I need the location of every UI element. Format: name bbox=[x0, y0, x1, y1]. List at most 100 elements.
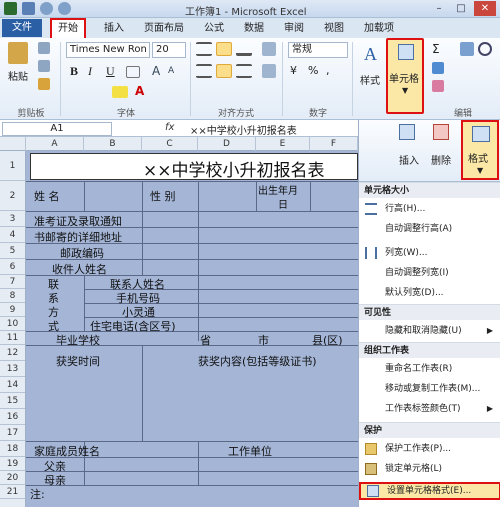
column-header[interactable]: A bbox=[26, 137, 84, 151]
row-header[interactable]: 18 bbox=[0, 441, 25, 457]
formula-input[interactable]: ××中学校小升初报名表 bbox=[190, 122, 297, 137]
row-header[interactable]: 1 bbox=[0, 151, 25, 181]
tab-home[interactable]: 开始 bbox=[50, 18, 86, 38]
column-header[interactable]: D bbox=[198, 137, 256, 151]
underline-button[interactable]: U bbox=[106, 64, 115, 79]
tab-insert[interactable]: 插入 bbox=[96, 20, 132, 37]
row-header[interactable]: 15 bbox=[0, 393, 25, 409]
row-header[interactable]: 3 bbox=[0, 211, 25, 227]
cells-button[interactable]: 单元格 ▼ bbox=[386, 38, 424, 114]
column-header[interactable]: B bbox=[84, 137, 142, 151]
row-header[interactable]: 12 bbox=[0, 345, 25, 361]
align-top-icon[interactable] bbox=[196, 42, 212, 56]
column-header[interactable]: E bbox=[256, 137, 310, 151]
tab-page-layout[interactable]: 页面布局 bbox=[136, 20, 192, 37]
copy-icon[interactable] bbox=[38, 60, 50, 72]
menu-item-format-cells[interactable]: 设置单元格格式(E)... bbox=[359, 482, 500, 500]
menu-item-autofit-row[interactable]: 自动调整行高(A) bbox=[359, 220, 500, 238]
border-icon[interactable] bbox=[126, 66, 140, 78]
row-header[interactable]: 7 bbox=[0, 275, 25, 289]
fx-icon[interactable]: fx bbox=[165, 122, 174, 133]
row-header[interactable]: 19 bbox=[0, 457, 25, 471]
align-bottom-icon[interactable] bbox=[236, 42, 252, 56]
italic-button[interactable]: I bbox=[88, 64, 92, 79]
insert-cells-icon[interactable] bbox=[399, 124, 415, 140]
align-left-icon[interactable] bbox=[196, 64, 212, 78]
grow-font-button[interactable]: A bbox=[152, 64, 160, 78]
sheet-title-cell[interactable]: ××中学校小升初报名表 bbox=[30, 153, 358, 181]
worksheet[interactable]: ××中学校小升初报名表 姓 名 性 别 出生年月 日 准考证及录取通知 书邮寄的… bbox=[26, 151, 358, 507]
tab-review[interactable]: 审阅 bbox=[276, 20, 312, 37]
name-box[interactable]: A1 bbox=[2, 122, 112, 136]
autosum-button[interactable]: Σ bbox=[432, 42, 440, 56]
row-header[interactable]: 10 bbox=[0, 317, 25, 331]
row-header[interactable]: 6 bbox=[0, 259, 25, 275]
row-header[interactable]: 2 bbox=[0, 181, 25, 211]
tab-data[interactable]: 数据 bbox=[236, 20, 272, 37]
tab-addins[interactable]: 加载项 bbox=[356, 20, 402, 37]
bold-button[interactable]: B bbox=[70, 64, 78, 79]
menu-item-default-width[interactable]: 默认列宽(D)... bbox=[359, 284, 500, 302]
delete-cells-icon[interactable] bbox=[433, 124, 449, 140]
row-header[interactable]: 13 bbox=[0, 361, 25, 377]
select-all-corner[interactable] bbox=[0, 137, 26, 151]
styles-icon[interactable]: A bbox=[364, 44, 377, 65]
number-format-select[interactable]: 常规 bbox=[288, 42, 348, 58]
align-right-icon[interactable] bbox=[236, 64, 252, 78]
tab-formulas[interactable]: 公式 bbox=[196, 20, 232, 37]
font-name-select[interactable]: Times New Ron bbox=[66, 42, 150, 58]
column-header[interactable]: F bbox=[310, 137, 358, 151]
redo-icon[interactable] bbox=[58, 2, 71, 15]
tab-file[interactable]: 文件 bbox=[2, 19, 42, 37]
cut-icon[interactable] bbox=[38, 42, 50, 54]
paste-icon[interactable] bbox=[8, 42, 28, 64]
row-header[interactable]: 4 bbox=[0, 227, 25, 243]
row-header[interactable]: 11 bbox=[0, 331, 25, 345]
insert-button[interactable]: 插入 bbox=[399, 152, 419, 167]
format-button[interactable]: 格式 ▼ bbox=[461, 120, 499, 180]
wrap-text-icon[interactable] bbox=[262, 42, 276, 56]
font-color-button[interactable]: A bbox=[135, 84, 144, 98]
currency-button[interactable]: ¥ bbox=[290, 64, 297, 77]
close-icon[interactable]: ✕ bbox=[474, 1, 496, 16]
row-header[interactable]: 8 bbox=[0, 289, 25, 303]
find-select-icon[interactable] bbox=[478, 42, 492, 56]
menu-item-hide-unhide[interactable]: 隐藏和取消隐藏(U) ▶ bbox=[359, 322, 500, 340]
column-header[interactable]: C bbox=[142, 137, 198, 151]
align-middle-icon[interactable] bbox=[216, 42, 232, 56]
paste-label[interactable]: 粘贴 bbox=[8, 68, 28, 83]
comma-button[interactable]: , bbox=[326, 64, 330, 77]
row-header[interactable]: 17 bbox=[0, 425, 25, 441]
sort-filter-icon[interactable] bbox=[460, 42, 474, 56]
maximize-icon[interactable]: □ bbox=[450, 1, 472, 16]
row-header[interactable]: 14 bbox=[0, 377, 25, 393]
undo-icon[interactable] bbox=[40, 2, 53, 15]
menu-item-rename-sheet[interactable]: 重命名工作表(R) bbox=[359, 360, 500, 378]
delete-button[interactable]: 删除 bbox=[431, 152, 451, 167]
fill-icon[interactable] bbox=[432, 62, 444, 74]
menu-item-protect-sheet[interactable]: 保护工作表(P)... bbox=[359, 440, 500, 458]
styles-button[interactable]: 样式 bbox=[360, 72, 380, 87]
menu-item-move-copy[interactable]: 移动或复制工作表(M)... bbox=[359, 380, 500, 398]
menu-item-row-height[interactable]: 行高(H)... bbox=[359, 200, 500, 218]
font-size-select[interactable]: 20 bbox=[152, 42, 186, 58]
percent-button[interactable]: % bbox=[308, 64, 318, 77]
menu-item-tab-color[interactable]: 工作表标签颜色(T) ▶ bbox=[359, 400, 500, 418]
align-center-icon[interactable] bbox=[216, 64, 232, 78]
minimize-icon[interactable]: – bbox=[428, 1, 450, 16]
menu-item-lock-cell[interactable]: 锁定单元格(L) bbox=[359, 460, 500, 478]
row-header[interactable]: 16 bbox=[0, 409, 25, 425]
row-header[interactable]: 20 bbox=[0, 471, 25, 485]
row-header[interactable]: 21 bbox=[0, 485, 25, 499]
save-icon[interactable] bbox=[22, 2, 35, 15]
tab-view[interactable]: 视图 bbox=[316, 20, 352, 37]
shrink-font-button[interactable]: A bbox=[168, 66, 174, 76]
row-header[interactable]: 5 bbox=[0, 243, 25, 259]
menu-item-column-width[interactable]: 列宽(W)... bbox=[359, 244, 500, 262]
merge-center-icon[interactable] bbox=[262, 64, 276, 78]
fill-color-icon[interactable] bbox=[112, 86, 128, 98]
format-painter-icon[interactable] bbox=[38, 78, 50, 90]
menu-item-autofit-column[interactable]: 自动调整列宽(I) bbox=[359, 264, 500, 282]
row-header[interactable]: 9 bbox=[0, 303, 25, 317]
clear-icon[interactable] bbox=[432, 80, 444, 92]
